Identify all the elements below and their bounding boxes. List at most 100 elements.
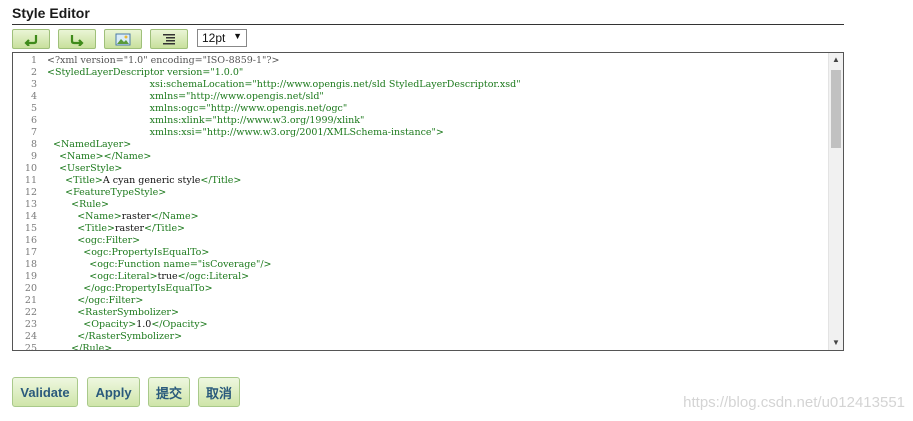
line-number: 22 bbox=[24, 307, 37, 318]
code-token: <FeatureTypeStyle> bbox=[47, 187, 167, 198]
code-token: <NamedLayer> bbox=[47, 139, 132, 150]
code-line: <Opacity>1.0</Opacity> bbox=[47, 319, 208, 331]
vertical-scrollbar[interactable]: ▲ ▼ bbox=[828, 53, 843, 350]
line-number: 11 bbox=[24, 175, 37, 186]
code-token: </Rule> bbox=[47, 343, 113, 351]
scroll-thumb[interactable] bbox=[831, 70, 841, 148]
code-token: <ogc:Filter> bbox=[47, 235, 141, 246]
code-token: xmlns:ogc="http://www.opengis.net/ogc" bbox=[47, 103, 348, 114]
code-token: <Name></Name> bbox=[47, 151, 152, 162]
dropdown-arrow-icon: ▼ bbox=[233, 31, 242, 41]
line-number: 24 bbox=[24, 331, 37, 342]
code-line: xmlns="http://www.opengis.net/sld" bbox=[47, 91, 324, 103]
code-line: <ogc:Filter> bbox=[47, 235, 140, 247]
code-token: </Title> bbox=[144, 223, 186, 234]
line-number: 20 bbox=[24, 283, 37, 294]
line-number: 23 bbox=[24, 319, 37, 330]
line-number: 13 bbox=[24, 199, 37, 210]
code-line: <?xml version="1.0" encoding="ISO-8859-1… bbox=[47, 55, 279, 67]
title-divider bbox=[12, 24, 844, 25]
code-token: <StyledLayerDescriptor version="1.0.0" bbox=[47, 67, 244, 78]
code-token: <Rule> bbox=[47, 199, 110, 210]
code-line: <RasterSymbolizer> bbox=[47, 307, 179, 319]
submit-button[interactable]: 提交 bbox=[148, 377, 190, 407]
code-token: <ogc:Literal> bbox=[47, 271, 158, 282]
code-token: raster bbox=[114, 223, 145, 234]
format-icon bbox=[163, 34, 175, 45]
scroll-up-arrow-icon[interactable]: ▲ bbox=[829, 53, 843, 67]
code-token: xsi:schemaLocation="http://www.opengis.n… bbox=[47, 79, 521, 90]
code-token: <ogc:PropertyIsEqualTo> bbox=[47, 247, 210, 258]
apply-button[interactable]: Apply bbox=[87, 377, 140, 407]
code-token: <RasterSymbolizer> bbox=[47, 307, 179, 318]
code-token: </ogc:Literal> bbox=[177, 271, 250, 282]
line-number: 2 bbox=[30, 67, 37, 78]
cancel-button[interactable]: 取消 bbox=[198, 377, 240, 407]
code-token: xmlns="http://www.opengis.net/sld" bbox=[47, 91, 324, 102]
code-line: xmlns:xsi="http://www.w3.org/2001/XMLSch… bbox=[47, 127, 444, 139]
page-title: Style Editor bbox=[12, 5, 90, 21]
code-line: xsi:schemaLocation="http://www.opengis.n… bbox=[47, 79, 521, 91]
code-editor[interactable]: 1 2 3 4 5 6 7 8 9 10 11 12 13 14 15 16 17 18 19 20 21 22 23 24 2… bbox=[12, 52, 844, 351]
line-number: 25 bbox=[24, 343, 37, 351]
undo-button[interactable] bbox=[12, 29, 50, 49]
font-size-select[interactable]: 12pt ▼ bbox=[197, 29, 247, 47]
line-number-gutter: 1 2 3 4 5 6 7 8 9 10 11 12 13 14 15 16 17 18 19 20 21 22 23 24 2… bbox=[13, 53, 39, 350]
code-token: </ogc:PropertyIsEqualTo> bbox=[47, 283, 213, 294]
scroll-down-arrow-icon[interactable]: ▼ bbox=[829, 336, 843, 350]
line-number: 9 bbox=[30, 151, 37, 162]
format-button[interactable] bbox=[150, 29, 188, 49]
code-token: raster bbox=[121, 211, 151, 222]
code-token: true bbox=[157, 271, 178, 282]
code-token: <Title> bbox=[47, 223, 115, 234]
code-token: </RasterSymbolizer> bbox=[47, 331, 183, 342]
line-number: 21 bbox=[24, 295, 37, 306]
code-line: xmlns:xlink="http://www.w3.org/1999/xlin… bbox=[47, 115, 365, 127]
redo-icon bbox=[70, 35, 84, 46]
code-line: <StyledLayerDescriptor version="1.0.0" bbox=[47, 67, 243, 79]
line-number: 8 bbox=[30, 139, 37, 150]
line-number: 18 bbox=[24, 259, 37, 270]
line-number: 6 bbox=[30, 115, 37, 126]
line-number: 4 bbox=[30, 91, 37, 102]
code-token: 1.0 bbox=[136, 319, 152, 330]
line-number: 7 bbox=[30, 127, 37, 138]
line-number: 16 bbox=[24, 235, 37, 246]
code-line: <Rule> bbox=[47, 199, 109, 211]
line-number: 5 bbox=[30, 103, 37, 114]
line-number: 10 bbox=[24, 163, 37, 174]
code-token: A cyan generic style bbox=[102, 175, 201, 186]
code-line: xmlns:ogc="http://www.opengis.net/ogc" bbox=[47, 103, 348, 115]
line-number: 1 bbox=[30, 55, 37, 66]
code-line: <Title>A cyan generic style</Title> bbox=[47, 175, 241, 187]
code-line: <Title>raster</Title> bbox=[47, 223, 185, 235]
code-line: </Rule> bbox=[47, 343, 113, 351]
code-line: <ogc:Literal>true</ogc:Literal> bbox=[47, 271, 249, 283]
code-token: </Opacity> bbox=[151, 319, 208, 330]
watermark: https://blog.csdn.net/u012413551 bbox=[683, 394, 905, 411]
code-line: </RasterSymbolizer> bbox=[47, 331, 182, 343]
code-line: <ogc:Function name="isCoverage"/> bbox=[47, 259, 272, 271]
code-line: <NamedLayer> bbox=[47, 139, 131, 151]
line-number: 15 bbox=[24, 223, 37, 234]
code-token: </Name> bbox=[150, 211, 199, 222]
code-token: xmlns:xsi="http://www.w3.org/2001/XMLSch… bbox=[47, 127, 444, 138]
code-line: <UserStyle> bbox=[47, 163, 122, 175]
insert-image-button[interactable] bbox=[104, 29, 142, 49]
code-token: </Title> bbox=[200, 175, 242, 186]
validate-button[interactable]: Validate bbox=[12, 377, 78, 407]
redo-button[interactable] bbox=[58, 29, 96, 49]
code-token: <Title> bbox=[47, 175, 103, 186]
code-line: </ogc:PropertyIsEqualTo> bbox=[47, 283, 213, 295]
code-token: <Opacity> bbox=[47, 319, 137, 330]
code-line: <Name>raster</Name> bbox=[47, 211, 199, 223]
line-number: 3 bbox=[30, 79, 37, 90]
code-token: <?xml version="1.0" encoding="ISO-8859-1… bbox=[47, 55, 280, 66]
code-token: </ogc:Filter> bbox=[47, 295, 144, 306]
code-token: <Name> bbox=[47, 211, 122, 222]
code-line: <FeatureTypeStyle> bbox=[47, 187, 166, 199]
code-token: <ogc:Function name="isCoverage"/> bbox=[47, 259, 272, 270]
undo-icon bbox=[24, 35, 38, 46]
code-area[interactable]: <?xml version="1.0" encoding="ISO-8859-1… bbox=[47, 53, 827, 350]
code-token: xmlns:xlink="http://www.w3.org/1999/xlin… bbox=[47, 115, 365, 126]
